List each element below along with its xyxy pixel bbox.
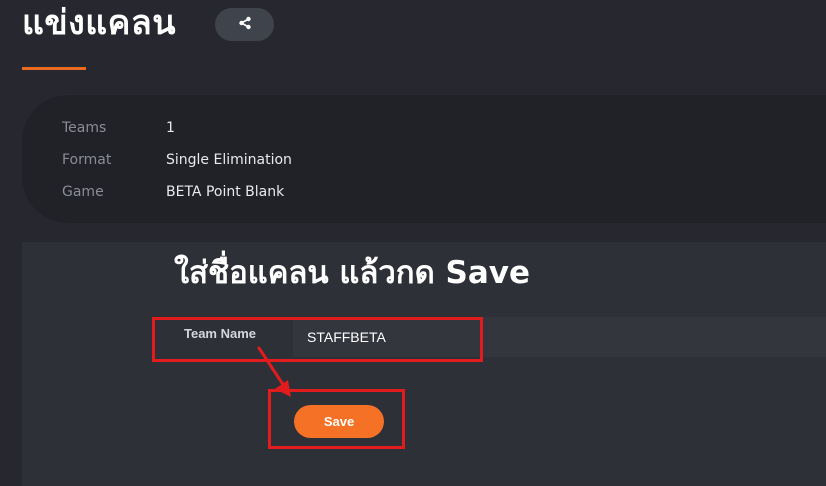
info-value: 1 (166, 120, 175, 136)
page-title: แข่งแคลน (22, 3, 176, 43)
share-button[interactable] (215, 8, 274, 41)
info-label: Teams (62, 120, 107, 136)
team-name-highlight-box (152, 317, 483, 362)
title-underline (22, 67, 86, 70)
info-label: Game (62, 184, 104, 200)
tournament-info-card: Teams 1 Format Single Elimination Game B… (22, 95, 826, 223)
instruction-text: ใส่ชื่อแคลน แล้วกด Save (174, 255, 530, 291)
share-icon (238, 15, 252, 34)
info-label: Format (62, 152, 112, 168)
info-value: BETA Point Blank (166, 184, 285, 200)
save-highlight-box (268, 389, 405, 449)
info-value: Single Elimination (166, 152, 292, 168)
